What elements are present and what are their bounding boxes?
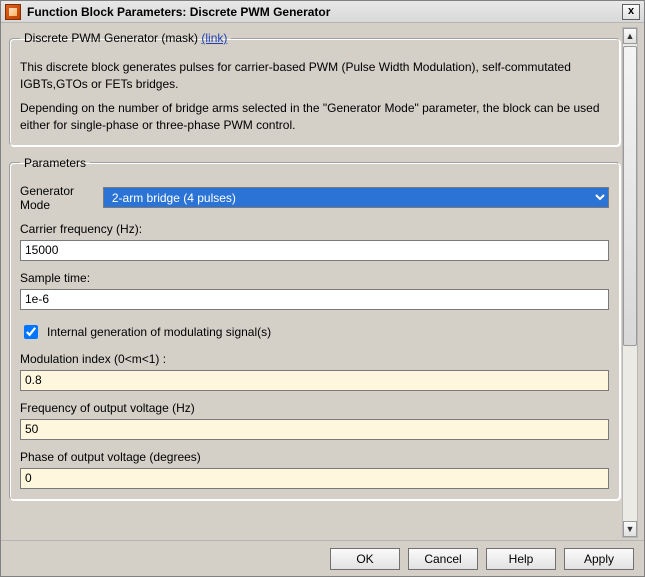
cancel-button[interactable]: Cancel — [408, 548, 478, 570]
parameters-group: Parameters Generator Mode 2-arm bridge (… — [9, 156, 620, 500]
internal-generation-checkbox[interactable] — [24, 325, 38, 339]
title-bar: Function Block Parameters: Discrete PWM … — [1, 1, 644, 23]
button-bar: OK Cancel Help Apply — [1, 540, 644, 576]
app-icon — [5, 4, 21, 20]
sample-time-label: Sample time: — [20, 271, 609, 285]
description-group: Discrete PWM Generator (mask) (link) Thi… — [9, 31, 620, 146]
scroll-up-icon[interactable]: ▲ — [623, 28, 637, 44]
parameters-legend: Parameters — [20, 156, 90, 170]
scroll-thumb[interactable] — [623, 46, 637, 346]
output-phase-input[interactable] — [20, 468, 609, 489]
help-button[interactable]: Help — [486, 548, 556, 570]
description-para-2: Depending on the number of bridge arms s… — [20, 100, 609, 135]
generator-mode-select[interactable]: 2-arm bridge (4 pulses) — [103, 187, 609, 208]
generator-mode-row: Generator Mode 2-arm bridge (4 pulses) — [20, 184, 609, 212]
ok-button[interactable]: OK — [330, 548, 400, 570]
sample-time-input[interactable] — [20, 289, 609, 310]
description-legend: Discrete PWM Generator (mask) (link) — [20, 31, 231, 45]
dialog-body: Discrete PWM Generator (mask) (link) Thi… — [7, 27, 622, 538]
window-title: Function Block Parameters: Discrete PWM … — [27, 5, 622, 19]
internal-generation-label: Internal generation of modulating signal… — [47, 325, 271, 339]
dialog-window: Function Block Parameters: Discrete PWM … — [0, 0, 645, 577]
apply-button[interactable]: Apply — [564, 548, 634, 570]
mask-link[interactable]: (link) — [201, 31, 227, 45]
description-legend-text: Discrete PWM Generator (mask) — [24, 31, 198, 45]
output-frequency-label: Frequency of output voltage (Hz) — [20, 401, 609, 415]
carrier-frequency-label: Carrier frequency (Hz): — [20, 222, 609, 236]
internal-generation-row: Internal generation of modulating signal… — [20, 322, 609, 342]
scroll-down-icon[interactable]: ▼ — [623, 521, 637, 537]
description-para-1: This discrete block generates pulses for… — [20, 59, 609, 94]
carrier-frequency-input[interactable] — [20, 240, 609, 261]
close-icon[interactable]: x — [622, 4, 640, 20]
vertical-scrollbar[interactable]: ▲ ▼ — [622, 27, 638, 538]
output-phase-label: Phase of output voltage (degrees) — [20, 450, 609, 464]
modulation-index-label: Modulation index (0<m<1) : — [20, 352, 609, 366]
generator-mode-label: Generator Mode — [20, 184, 95, 212]
modulation-index-input[interactable] — [20, 370, 609, 391]
output-frequency-input[interactable] — [20, 419, 609, 440]
